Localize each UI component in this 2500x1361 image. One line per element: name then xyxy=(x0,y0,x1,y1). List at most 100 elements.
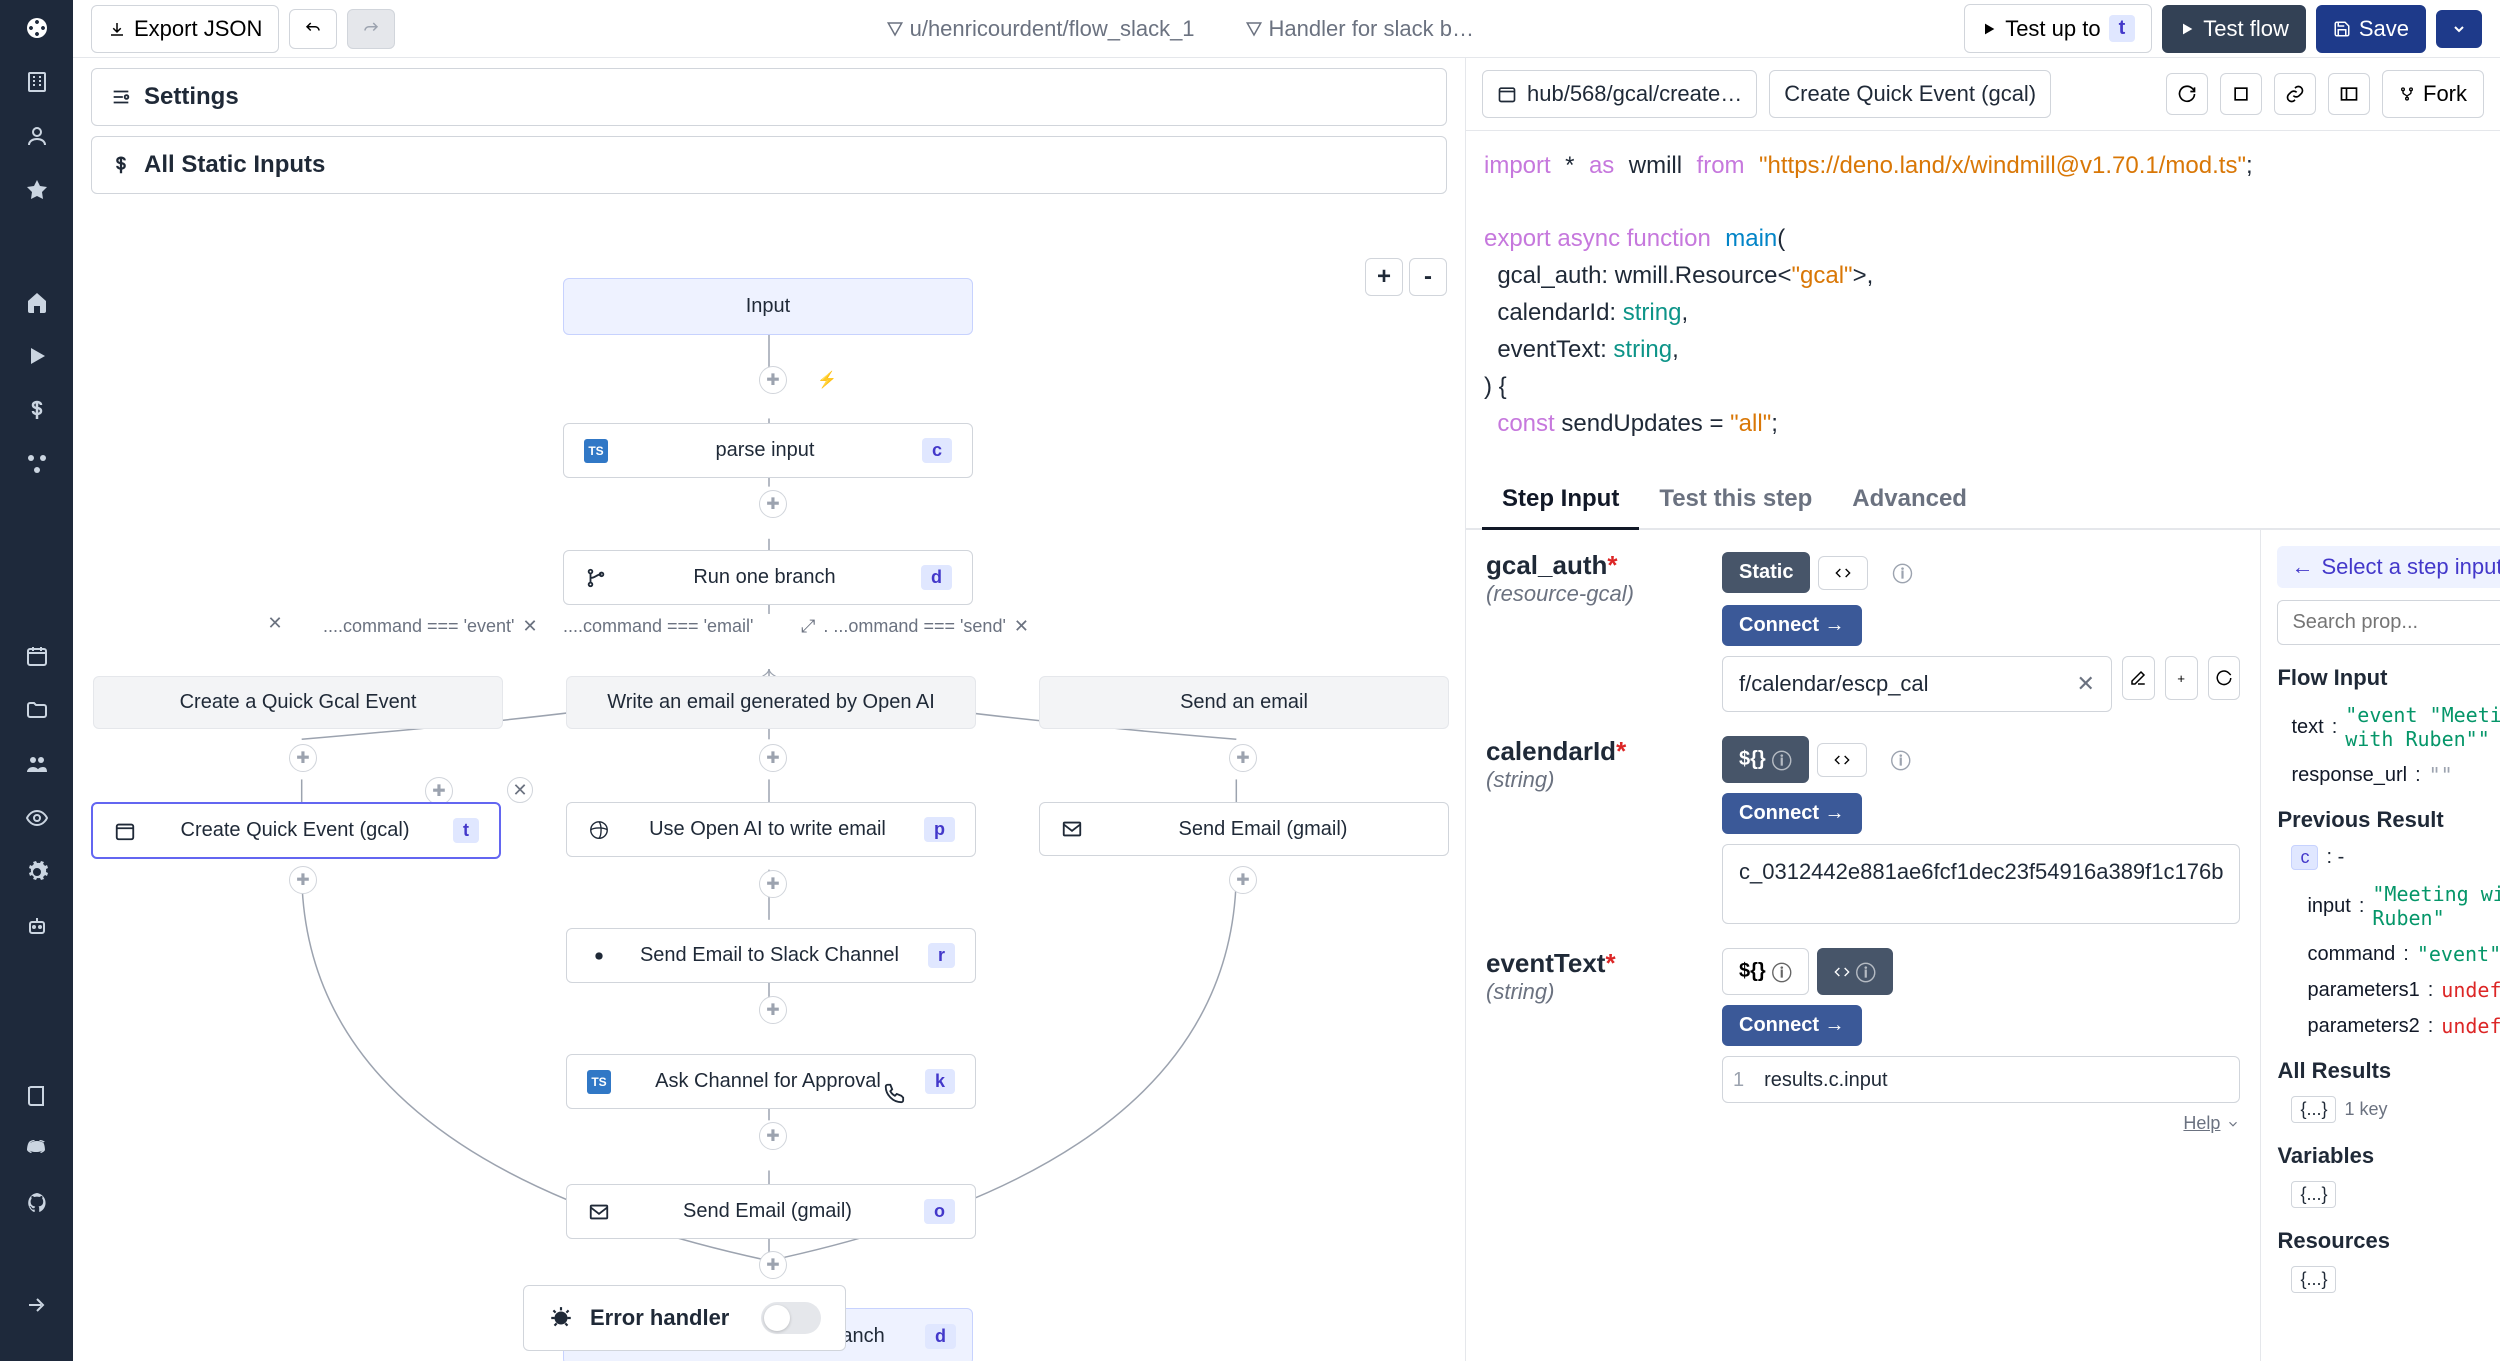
step-send-email-gmail-1[interactable]: Send Email (gmail) xyxy=(1039,802,1449,856)
add-step-button[interactable]: ✚ xyxy=(759,1122,787,1150)
code-chip[interactable] xyxy=(1818,556,1868,590)
code-chip[interactable] xyxy=(1817,743,1867,777)
branch-condition-email[interactable]: ....command === 'email' xyxy=(563,616,753,637)
add-step-button[interactable]: ✚ xyxy=(759,1251,787,1279)
layout-button[interactable] xyxy=(2328,73,2370,115)
move-icon[interactable]: ⤢ xyxy=(801,616,815,637)
prop-response-url[interactable]: response_url : "" xyxy=(2277,763,2500,787)
step-send-slack[interactable]: Send Email to Slack Channel r xyxy=(566,928,976,983)
calendar-icon[interactable] xyxy=(19,638,55,674)
help-link[interactable]: Help xyxy=(1722,1113,2240,1134)
flow-path[interactable]: u/henricourdent/flow_slack_1 xyxy=(886,16,1195,42)
play-icon[interactable] xyxy=(19,338,55,374)
add-step-button[interactable]: ✚ xyxy=(1229,866,1257,894)
discord-icon[interactable] xyxy=(19,1131,55,1167)
branch-label-b[interactable]: Write an email generated by Open AI xyxy=(566,676,976,729)
code-chip[interactable]: ⓘ xyxy=(1817,948,1893,995)
eye-icon[interactable] xyxy=(19,800,55,836)
delete-step-button[interactable]: ✕ xyxy=(507,777,533,803)
step-parse-input[interactable]: TS parse input c xyxy=(563,423,973,478)
resources-obj[interactable]: {...} xyxy=(2277,1266,2500,1293)
add-step-button[interactable]: ✚ xyxy=(1229,744,1257,772)
robot-icon[interactable] xyxy=(19,908,55,944)
home-icon[interactable] xyxy=(19,284,55,320)
step-run-one-branch[interactable]: Run one branch d xyxy=(563,550,973,605)
step-create-quick-event[interactable]: Create Quick Event (gcal) t xyxy=(91,802,501,859)
event-text-code-input[interactable]: 1results.c.input xyxy=(1722,1056,2240,1103)
add-step-button[interactable]: ✚ xyxy=(759,996,787,1024)
prop-parameters2[interactable]: parameters2 : undefined xyxy=(2277,1014,2500,1038)
reload-button[interactable] xyxy=(2208,656,2241,700)
users-icon[interactable] xyxy=(19,746,55,782)
edit-button[interactable] xyxy=(2122,656,2155,700)
add-step-button[interactable]: ✚ xyxy=(759,870,787,898)
info-icon[interactable]: ⓘ xyxy=(1876,550,1928,595)
star-icon[interactable] xyxy=(19,172,55,208)
step-ask-approval[interactable]: TS Ask Channel for Approval k xyxy=(566,1054,976,1109)
zoom-in-button[interactable]: + xyxy=(1365,258,1403,296)
select-step-input-button[interactable]: ← Select a step input xyxy=(2277,546,2500,588)
step-name-box[interactable]: Create Quick Event (gcal) xyxy=(1769,70,2051,118)
fork-button[interactable]: Fork xyxy=(2382,70,2484,118)
book-icon[interactable] xyxy=(19,1077,55,1113)
redo-button[interactable] xyxy=(347,9,395,49)
close-icon[interactable]: ✕ xyxy=(522,616,537,637)
step-openai-email[interactable]: Use Open AI to write email p xyxy=(566,802,976,857)
refresh-button[interactable] xyxy=(2166,73,2208,115)
tab-advanced[interactable]: Advanced xyxy=(1832,471,1987,530)
input-node[interactable]: Input xyxy=(563,278,973,335)
clear-icon[interactable]: ✕ xyxy=(2076,671,2094,697)
all-results-obj[interactable]: {...} 1 key xyxy=(2277,1096,2500,1123)
prop-text[interactable]: text : "event "Meeting with Ruben"" xyxy=(2277,703,2500,751)
error-handler-toggle[interactable] xyxy=(761,1302,821,1334)
user-icon[interactable] xyxy=(19,118,55,154)
branch-condition-send[interactable]: ⤢. ...ommand === 'send'✕ xyxy=(801,616,1029,637)
dollar-icon[interactable] xyxy=(19,392,55,428)
building-icon[interactable] xyxy=(19,64,55,100)
test-up-to-button[interactable]: Test up to t xyxy=(1964,4,2152,53)
add-button[interactable]: ✚ xyxy=(425,777,453,805)
static-inputs-row[interactable]: All Static Inputs xyxy=(91,136,1447,194)
settings-icon[interactable] xyxy=(19,854,55,890)
add-step-button[interactable]: ✚ xyxy=(759,490,787,518)
undo-button[interactable] xyxy=(289,9,337,49)
interp-chip[interactable]: ${} ⓘ xyxy=(1722,948,1809,995)
save-dropdown-button[interactable] xyxy=(2436,10,2482,48)
export-json-button[interactable]: Export JSON xyxy=(91,5,279,53)
folder-icon[interactable] xyxy=(19,692,55,728)
save-button[interactable]: Save xyxy=(2316,5,2426,53)
connect-button[interactable]: Connect → xyxy=(1722,793,1862,834)
interp-chip[interactable]: ${} ⓘ xyxy=(1722,736,1809,783)
flow-canvas[interactable]: Settings All Static Inputs + - xyxy=(73,58,1465,1361)
gcal-auth-input[interactable]: f/calendar/escp_cal ✕ xyxy=(1722,656,2112,712)
handler-label[interactable]: Handler for slack b… xyxy=(1245,16,1474,42)
close-icon[interactable]: ✕ xyxy=(1014,616,1029,637)
logo-icon[interactable] xyxy=(19,10,55,46)
branch-label-a[interactable]: Create a Quick Gcal Event xyxy=(93,676,503,729)
info-icon[interactable]: ⓘ xyxy=(1875,737,1927,782)
github-icon[interactable] xyxy=(19,1185,55,1221)
step-send-email-gmail-2[interactable]: Send Email (gmail) o xyxy=(566,1184,976,1239)
prop-parameters1[interactable]: parameters1 : undefined xyxy=(2277,978,2500,1002)
branch-label-c[interactable]: Send an email xyxy=(1039,676,1449,729)
connect-button[interactable]: Connect → xyxy=(1722,605,1862,646)
expand-icon[interactable] xyxy=(19,1287,55,1323)
add-button[interactable]: + xyxy=(2165,656,2198,700)
add-step-button[interactable]: ✚ xyxy=(759,744,787,772)
connect-button[interactable]: Connect → xyxy=(1722,1005,1862,1046)
error-handler-panel[interactable]: Error handler xyxy=(523,1285,846,1351)
variables-obj[interactable]: {...} xyxy=(2277,1181,2500,1208)
test-flow-button[interactable]: Test flow xyxy=(2162,5,2306,53)
tab-step-input[interactable]: Step Input xyxy=(1482,471,1639,530)
branch-condition-event[interactable]: ....command === 'event'✕ xyxy=(323,616,538,637)
zoom-out-button[interactable]: - xyxy=(1409,258,1447,296)
prop-command[interactable]: command : "event" xyxy=(2277,942,2500,966)
code-editor[interactable]: import * as wmill from "https://deno.lan… xyxy=(1466,131,2500,471)
prop-input[interactable]: input : "Meeting with Ruben" xyxy=(2277,882,2500,930)
integrations-icon[interactable] xyxy=(19,446,55,482)
add-step-button[interactable]: ✚ xyxy=(289,744,317,772)
add-step-button[interactable]: ✚ xyxy=(289,866,317,894)
settings-row[interactable]: Settings xyxy=(91,68,1447,126)
prop-prev-c[interactable]: c : - xyxy=(2277,845,2500,870)
static-chip[interactable]: Static xyxy=(1722,552,1810,593)
